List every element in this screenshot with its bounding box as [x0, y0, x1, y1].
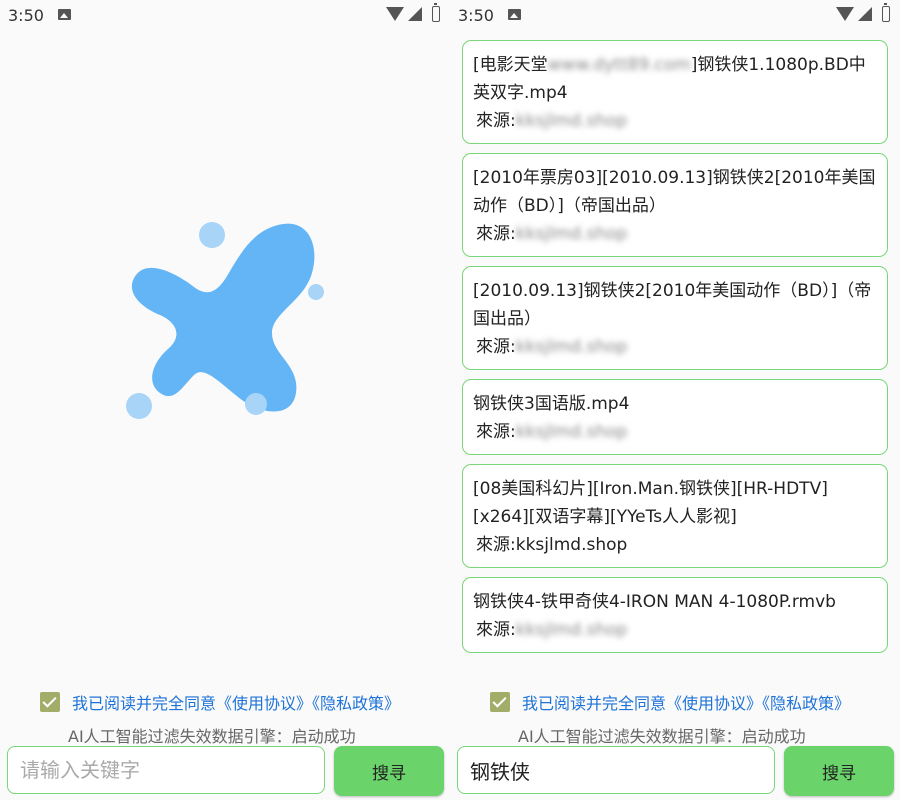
signal-icon — [858, 7, 872, 21]
status-time: 3:50 — [458, 6, 494, 25]
agreement-row: 我已阅读并完全同意《使用协议》《隐私政策》 — [490, 690, 850, 714]
result-card[interactable]: [2010.09.13]钢铁侠2[2010年美国动作（BD）]（帝国出品） 來源… — [462, 266, 888, 370]
result-title: [08美国科幻片][Iron.Man.钢铁侠][HR-HDTV][x264][双… — [473, 479, 828, 527]
wifi-icon — [386, 7, 404, 21]
splash-screen: 3:50 我已阅读并完全同意《使用协议》《隐私政策》 AI人工智能过滤失效数据引… — [0, 0, 450, 800]
result-title: 钢铁侠3国语版.mp4 — [473, 394, 630, 414]
status-time: 3:50 — [8, 6, 44, 25]
agreement-text: 我已阅读并完全同意《使用协议》《隐私政策》 — [522, 694, 851, 713]
image-icon — [58, 9, 71, 20]
result-card[interactable]: [电影天堂www.dytt89.com]钢铁侠1.1080p.BD中英双字.mp… — [462, 40, 888, 144]
result-source: 來源:kksjlmd.shop — [476, 224, 628, 244]
search-button[interactable]: 搜寻 — [334, 746, 444, 796]
battery-charging-icon — [882, 3, 890, 22]
results-list[interactable]: [电影天堂www.dytt89.com]钢铁侠1.1080p.BD中英双字.mp… — [462, 40, 888, 670]
result-card[interactable]: [2010年票房03][2010.09.13]钢铁侠2[2010年美国动作（BD… — [462, 153, 888, 257]
agreement-text: 我已阅读并完全同意《使用协议》《隐私政策》 — [72, 694, 401, 713]
splash-logo — [126, 222, 324, 419]
battery-charging-icon — [432, 3, 440, 22]
result-source: 來源:kksjlmd.shop — [476, 535, 628, 555]
signal-icon — [408, 7, 422, 21]
result-source: 來源:kksjlmd.shop — [476, 620, 628, 640]
result-source: 來源:kksjlmd.shop — [476, 337, 628, 357]
image-icon — [508, 9, 521, 20]
search-input[interactable] — [457, 746, 775, 794]
result-title: [2010.09.13]钢铁侠2[2010年美国动作（BD）]（帝国出品） — [473, 281, 872, 329]
privacy-link[interactable]: 《隐私政策》 — [762, 694, 850, 713]
wifi-icon — [836, 7, 854, 21]
status-bar: 3:50 — [0, 0, 450, 32]
result-card[interactable]: 钢铁侠3国语版.mp4 來源:kksjlmd.shop — [462, 379, 888, 455]
engine-status: AI人工智能过滤失效数据引擎：启动成功 — [518, 727, 806, 746]
status-bar: 3:50 — [450, 0, 900, 32]
result-card[interactable]: 钢铁侠4-铁甲奇侠4-IRON MAN 4-1080P.rmvb 來源:kksj… — [462, 577, 888, 653]
result-title: [电影天堂www.dytt89.com]钢铁侠1.1080p.BD中英双字.mp… — [473, 51, 877, 107]
results-screen: 3:50 [电影天堂www.dytt89.com]钢铁侠1.1080p.BD中英… — [450, 0, 900, 800]
result-source: 來源:kksjlmd.shop — [476, 422, 628, 442]
search-button[interactable]: 搜寻 — [784, 746, 894, 796]
search-input[interactable] — [7, 746, 325, 794]
result-source: 來源:kksjlmd.shop — [476, 111, 628, 131]
result-title: 钢铁侠4-铁甲奇侠4-IRON MAN 4-1080P.rmvb — [473, 592, 836, 612]
agreement-checkbox[interactable] — [40, 692, 60, 712]
result-title: [2010年票房03][2010.09.13]钢铁侠2[2010年美国动作（BD… — [473, 168, 876, 216]
agreement-row: 我已阅读并完全同意《使用协议》《隐私政策》 — [40, 690, 400, 714]
agreement-checkbox[interactable] — [490, 692, 510, 712]
result-card[interactable]: [08美国科幻片][Iron.Man.钢铁侠][HR-HDTV][x264][双… — [462, 464, 888, 568]
engine-status: AI人工智能过滤失效数据引擎：启动成功 — [68, 727, 356, 746]
privacy-link[interactable]: 《隐私政策》 — [312, 694, 400, 713]
blurred-domain: www.dytt89.com — [547, 55, 691, 75]
terms-link[interactable]: 《使用协议》 — [216, 694, 312, 713]
terms-link[interactable]: 《使用协议》 — [666, 694, 762, 713]
